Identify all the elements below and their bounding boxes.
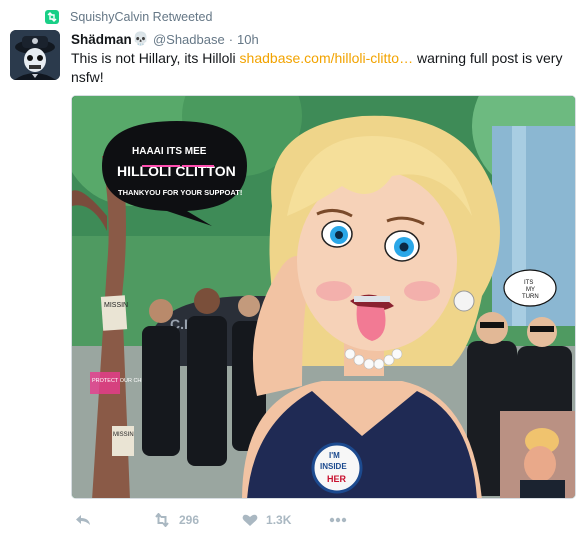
retweet-icon	[155, 513, 169, 527]
small-bubble-line-3: TURN	[522, 294, 539, 300]
reply-icon	[76, 515, 90, 525]
retweet-context-text[interactable]: SquishyCalvin Retweeted	[70, 10, 212, 24]
like-count: 1.3K	[266, 513, 292, 527]
more-dots-icon	[330, 517, 347, 523]
tweet-timestamp[interactable]: 10h	[237, 32, 259, 47]
small-bubble-line-1: ITS	[524, 280, 533, 286]
retweet-icon	[45, 10, 59, 24]
bubble-highlight-loli	[142, 165, 180, 167]
retweet-button[interactable]: 296	[153, 513, 199, 527]
poster-text-1: MISSIN	[104, 302, 128, 309]
tweet-actions: 296 1.3K	[71, 510, 347, 530]
badge-line-1: I'M	[329, 451, 340, 460]
small-bubble-line-2: MY	[526, 287, 535, 293]
badge-line-2: INSIDE	[320, 462, 347, 471]
bubble-highlight-clit	[182, 165, 214, 167]
like-button[interactable]: 1.3K	[242, 513, 291, 527]
author-display-name[interactable]: Shädman	[71, 32, 132, 47]
author-handle[interactable]: @Shadbase	[153, 32, 225, 47]
tweet-text-before: This is not Hillary, its Hilloli	[71, 50, 240, 66]
separator-dot: ·	[228, 31, 234, 47]
more-button[interactable]	[329, 517, 347, 523]
heart-icon	[242, 514, 258, 526]
tweet-header: Shädman 💀 @Shadbase · 10h	[71, 31, 259, 47]
tweet-media-image[interactable]: MISSIN PROTECT OUR CHILDREN MISSIN C.I.A…	[71, 95, 576, 499]
retweet-context: SquishyCalvin Retweeted	[45, 8, 212, 26]
badge-line-3: HER	[327, 474, 347, 484]
bubble-line-3: THANKYOU FOR YOUR SUPPOAT!	[118, 188, 242, 197]
tweet-link[interactable]: shadbase.com/hilloli-clitto…	[240, 50, 414, 66]
skull-icon: 💀	[132, 31, 149, 46]
reply-button[interactable]	[75, 513, 91, 527]
avatar[interactable]	[10, 30, 60, 80]
tweet-text: This is not Hillary, its Hilloli shadbas…	[71, 49, 576, 87]
poster-text-3: MISSIN	[113, 432, 134, 438]
retweet-count: 296	[179, 513, 200, 527]
bubble-line-1: HAAAI ITS MEE	[132, 146, 207, 157]
